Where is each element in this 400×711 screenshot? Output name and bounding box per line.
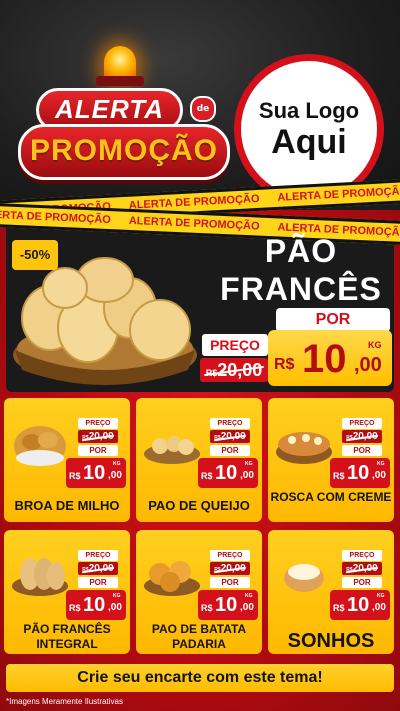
price-block: PREÇOR$20,00 POR R$10,00KG <box>66 418 126 490</box>
old-price: R$20,00 <box>210 430 250 443</box>
product-name: PAO DE QUEIJO <box>148 498 250 513</box>
logo-line2: Aqui <box>271 123 347 161</box>
price-block: PREÇOR$20,00 POR R$10,00KG <box>198 550 258 622</box>
bread-basket-image <box>13 257 197 385</box>
cta-banner[interactable]: Crie seu encarte com este tema! <box>6 664 394 692</box>
por-label: POR <box>210 577 250 588</box>
pao-batata-icon <box>144 561 200 596</box>
old-price: R$20,00 <box>78 562 118 575</box>
badge-de-text: de <box>190 96 216 122</box>
preco-label: PREÇO <box>210 550 250 561</box>
old-price: R$20,00 <box>342 562 382 575</box>
por-label: POR <box>342 445 382 456</box>
product-card[interactable]: PREÇOR$20,00 POR R$10,00KGPAO DE BATATA PA… <box>136 530 262 654</box>
new-price: R$ 10,00 KG <box>66 458 126 488</box>
product-name: PAO DE BATATA PADARIA <box>151 622 247 651</box>
price-block: PREÇOR$20,00 POR R$10,00KG <box>330 418 390 490</box>
product-card[interactable]: PREÇOR$20,00 POR R$10,00KGPÃO FRANCÊS INTE… <box>4 530 130 654</box>
main-preco-label: PREÇO <box>202 334 268 356</box>
siren-base <box>96 76 144 86</box>
price-block: PREÇOR$20,00 POR R$10,00KG <box>330 550 390 622</box>
new-price: R$ 10,00 KG <box>66 590 126 620</box>
price-block: PREÇOR$20,00 POR R$10,00KG <box>198 418 258 490</box>
old-price: R$20,00 <box>342 430 382 443</box>
new-price: R$ 10,00 KG <box>198 590 258 620</box>
product-card[interactable]: PREÇOR$20,00 POR R$10,00KG ROSCA COM CREME <box>268 398 394 522</box>
new-price: R$ 10,00 KG <box>330 590 390 620</box>
promo-badge: ALERTA de PROMOÇÃO <box>18 46 230 186</box>
discount-badge: -50% <box>12 240 58 270</box>
product-name: SONHOS <box>287 630 375 652</box>
siren-icon <box>104 46 136 80</box>
main-new-price: R$ 10 ,00 KG <box>268 330 392 386</box>
disclaimer-text: *Imagens Meramente Ilustrativas <box>6 697 123 706</box>
product-card[interactable]: PREÇOR$20,00 POR R$10,00KG PAO DE QUEIJO <box>136 398 262 522</box>
logo-line1: Sua Logo <box>258 98 360 123</box>
main-por-label: POR <box>276 308 390 332</box>
por-label: POR <box>78 577 118 588</box>
badge-promocao-text: PROMOÇÃO <box>18 124 230 180</box>
main-old-price: R$20,00 <box>200 358 268 382</box>
preco-label: PREÇO <box>342 550 382 561</box>
preco-label: PREÇO <box>78 550 118 561</box>
preco-label: PREÇO <box>342 418 382 429</box>
main-offer-title: PÃO FRANCÊS <box>220 233 382 307</box>
sonho-icon <box>284 564 324 592</box>
product-card[interactable]: PREÇOR$20,00 POR R$10,00KG BROA DE MILHO <box>4 398 130 522</box>
pao-de-queijo-icon <box>144 436 200 464</box>
preco-label: PREÇO <box>210 418 250 429</box>
por-label: POR <box>78 445 118 456</box>
por-label: POR <box>342 577 382 588</box>
product-name: ROSCA COM CREME <box>270 490 392 504</box>
product-name: BROA DE MILHO <box>14 498 120 513</box>
por-label: POR <box>210 445 250 456</box>
product-name: PÃO FRANCÊS INTEGRAL <box>23 622 111 651</box>
pao-integral-icon <box>12 558 68 596</box>
price-block: PREÇOR$20,00 POR R$10,00KG <box>66 550 126 622</box>
new-price: R$ 10,00 KG <box>330 458 390 488</box>
product-card[interactable]: PREÇOR$20,00 POR R$10,00KG SONHOS <box>268 530 394 654</box>
broa-icon <box>14 426 66 466</box>
new-price: R$ 10,00 KG <box>198 458 258 488</box>
old-price: R$20,00 <box>78 430 118 443</box>
rosca-icon <box>276 432 332 464</box>
preco-label: PREÇO <box>78 418 118 429</box>
old-price: R$20,00 <box>210 562 250 575</box>
